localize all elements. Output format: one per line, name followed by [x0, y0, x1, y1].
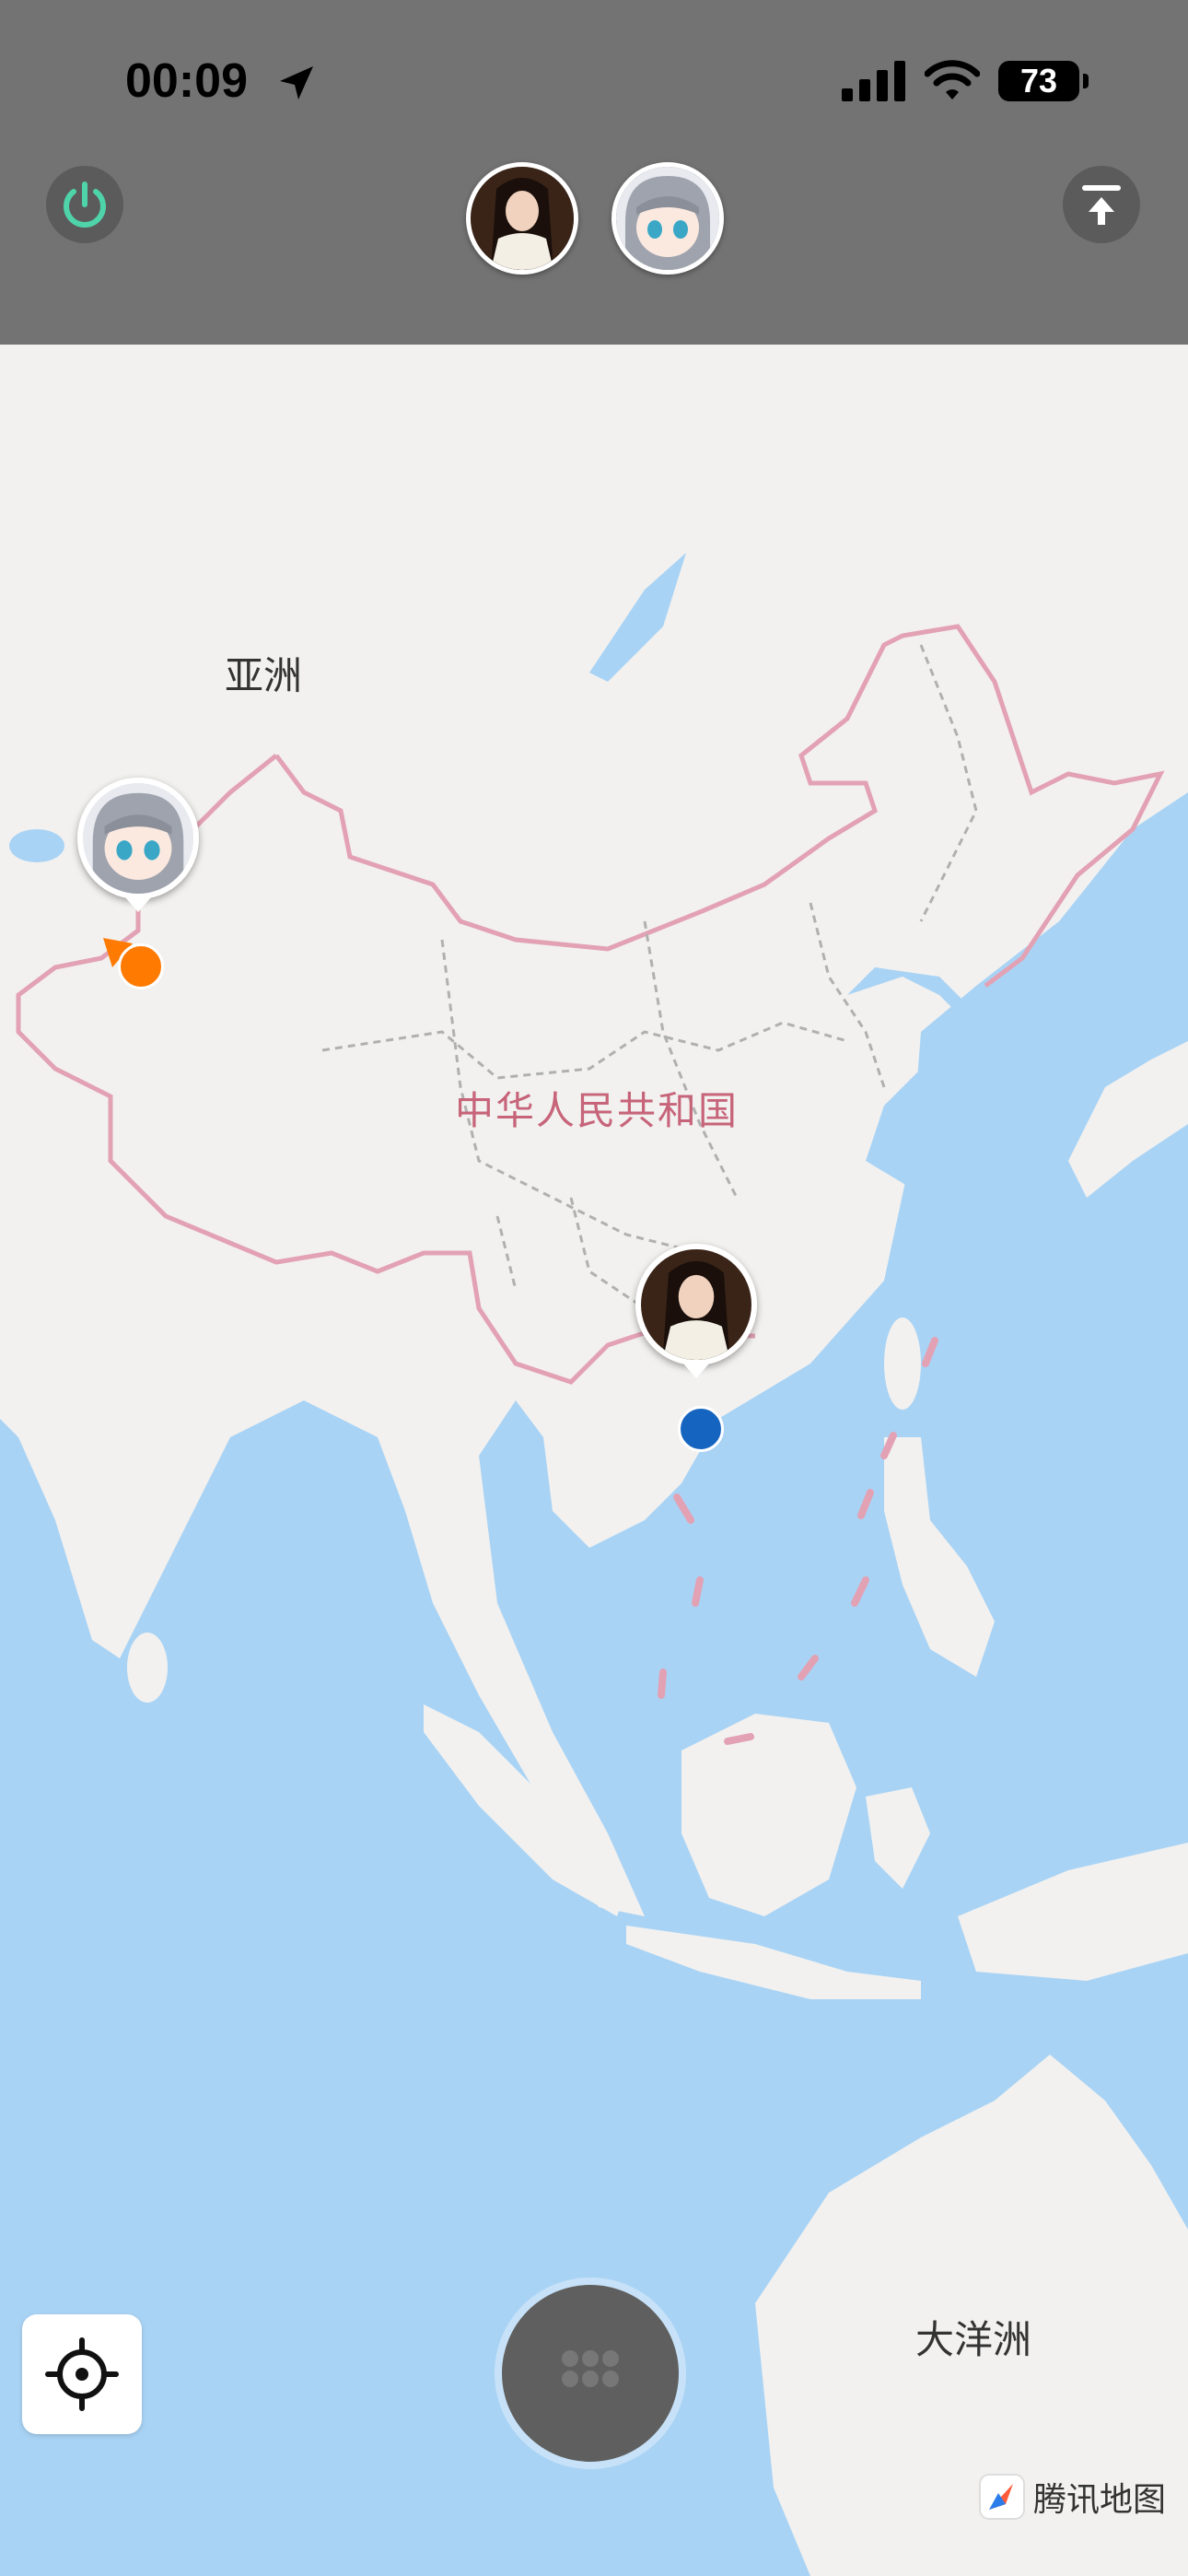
power-button[interactable]: [46, 166, 123, 243]
location-arrow-icon: [280, 66, 313, 100]
status-time: 00:09: [125, 54, 248, 108]
wifi-icon: [925, 60, 980, 100]
label-asia: 亚洲: [225, 654, 303, 697]
woman-avatar-image: [641, 1249, 751, 1360]
crosshair-icon: [45, 2337, 119, 2411]
top-bar: [0, 0, 1188, 345]
map-canvas[interactable]: [0, 0, 1188, 2576]
woman-avatar-image: [471, 167, 574, 270]
upload-icon: [1082, 185, 1121, 225]
marker-tail: [683, 1364, 709, 1378]
avatar-anime[interactable]: [611, 162, 724, 275]
woman-user-dot: [678, 1406, 724, 1452]
brand-name: 腾讯地图: [1033, 2480, 1167, 2518]
locate-button[interactable]: [22, 2314, 142, 2434]
power-icon: [64, 181, 106, 228]
marker-woman-user[interactable]: [635, 1244, 757, 1365]
label-china: 中华人民共和国: [455, 1089, 740, 1132]
signal-bars-icon: [842, 61, 905, 101]
marker-anime-user[interactable]: [77, 778, 199, 899]
upload-button[interactable]: [1063, 166, 1140, 243]
battery-icon: 73: [998, 61, 1089, 101]
tencent-map-icon: [979, 2474, 1025, 2520]
marker-tail: [125, 897, 151, 912]
brand-logo: 腾讯地图: [978, 2473, 1166, 2521]
avatar-woman[interactable]: [466, 162, 578, 275]
grid-dots-icon: [562, 2350, 619, 2387]
label-oceania: 大洋洲: [915, 2318, 1032, 2361]
anime-avatar-image: [83, 783, 193, 894]
anime-user-dot: [118, 943, 164, 989]
anime-avatar-image: [616, 167, 719, 270]
menu-button[interactable]: [502, 2285, 679, 2462]
